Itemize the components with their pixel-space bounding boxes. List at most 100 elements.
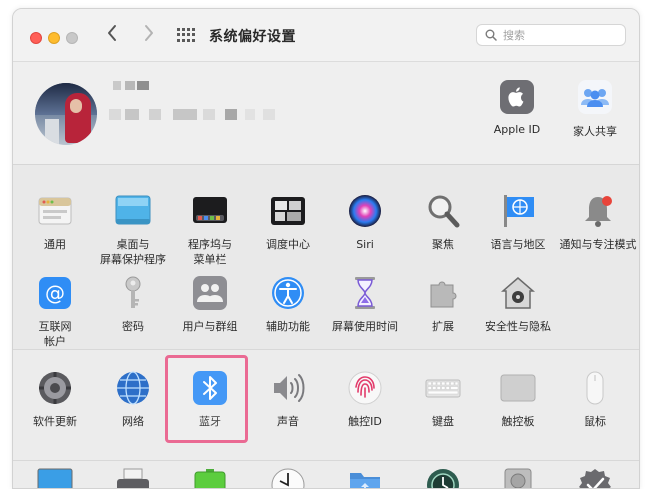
general-icon — [37, 193, 73, 229]
apple-icon — [500, 80, 534, 114]
pane-accessibility[interactable]: 辅助功能 — [249, 275, 327, 334]
pane-spotlight[interactable]: 聚焦 — [404, 193, 482, 252]
language-region-icon — [500, 193, 536, 229]
title-bar: 系统偏好设置 — [13, 9, 639, 62]
software-update-icon — [37, 370, 73, 406]
pane-dock-menubar[interactable]: 程序坞与 菜单栏 — [171, 193, 249, 267]
mission-control-icon — [270, 193, 306, 229]
search-input[interactable] — [503, 27, 618, 43]
pane-label: 软件更新 — [33, 415, 77, 428]
chevron-right-icon — [145, 25, 153, 41]
minimize-button[interactable] — [48, 32, 60, 44]
pane-software-update[interactable]: 软件更新 — [16, 370, 94, 429]
touch-id-icon — [347, 370, 383, 406]
pane-label: 触控板 — [501, 415, 535, 428]
pane-time-machine[interactable] — [404, 467, 482, 488]
pane-label: 调度中心 — [266, 238, 310, 251]
pane-label: 鼠标 — [584, 415, 606, 428]
pane-security-privacy[interactable]: 安全性与隐私 — [479, 275, 557, 334]
pane-label: 辅助功能 — [266, 320, 310, 333]
startup-disk-icon — [500, 467, 536, 488]
account-section: Apple ID 家人共享 — [13, 62, 639, 165]
pane-label: 聚焦 — [432, 238, 454, 251]
notifications-focus-icon — [580, 193, 616, 229]
pane-screen-time[interactable]: 屏幕使用时间 — [326, 275, 404, 334]
pane-label: 安全性与隐私 — [485, 320, 551, 333]
svg-text:@: @ — [45, 281, 65, 305]
apple-id-pane[interactable]: Apple ID — [481, 80, 553, 136]
pane-label: 键盘 — [432, 415, 454, 428]
keyboard-icon — [425, 370, 461, 406]
zoom-button[interactable] — [66, 32, 78, 44]
pane-mouse[interactable]: 鼠标 — [556, 370, 634, 429]
pane-users-groups[interactable]: 用户与群组 — [171, 275, 249, 334]
pane-internet-accounts[interactable]: @ 互联网 帐户 — [16, 275, 94, 349]
pane-touch-id[interactable]: 触控ID — [326, 370, 404, 429]
pane-language-region[interactable]: 语言与地区 — [479, 193, 557, 252]
spotlight-icon — [425, 193, 461, 229]
forward-button[interactable] — [139, 24, 159, 46]
pane-label: 触控ID — [348, 415, 382, 428]
pane-label: 通知与专注模式 — [559, 238, 637, 251]
pane-trackpad[interactable]: 触控板 — [479, 370, 557, 429]
pane-label: 用户与群组 — [182, 320, 238, 333]
show-all-grid-button[interactable] — [177, 28, 195, 42]
pane-label: 屏幕使用时间 — [332, 320, 398, 333]
network-icon — [115, 370, 151, 406]
pane-general[interactable]: 通用 — [16, 193, 94, 252]
pane-label: 互联网 帐户 — [38, 320, 72, 348]
passwords-icon — [115, 275, 151, 311]
pane-siri[interactable]: Siri — [326, 193, 404, 252]
pane-profiles[interactable] — [556, 467, 634, 488]
system-preferences-window: 系统偏好设置 App — [12, 8, 640, 489]
chevron-left-icon — [108, 25, 116, 41]
dock-menubar-icon — [192, 193, 228, 229]
pane-displays[interactable] — [16, 467, 94, 488]
pane-network[interactable]: 网络 — [94, 370, 172, 429]
displays-icon — [37, 467, 73, 488]
date-time-icon — [270, 467, 306, 488]
pane-notifications-focus[interactable]: 通知与专注模式 — [556, 193, 639, 252]
personal-preferences-section: 通用 桌面与 屏幕保护程序 程序坞与 菜单栏 调度中心 Siri 聚焦 语言与地… — [13, 165, 639, 350]
mouse-icon — [577, 370, 613, 406]
bluetooth-highlight-box — [165, 355, 248, 443]
accessibility-icon — [270, 275, 306, 311]
pane-startup-disk[interactable] — [479, 467, 557, 488]
pane-label: 程序坞与 菜单栏 — [188, 238, 232, 266]
back-button[interactable] — [102, 24, 122, 46]
pane-label: Siri — [356, 238, 374, 251]
pane-label: 扩展 — [432, 320, 454, 333]
pane-passwords[interactable]: 密码 — [94, 275, 172, 334]
pane-label: 网络 — [122, 415, 144, 428]
trackpad-icon — [500, 370, 536, 406]
security-privacy-icon — [500, 275, 536, 311]
pane-label: 通用 — [44, 238, 66, 251]
time-machine-icon — [425, 467, 461, 488]
pane-printers-scanners[interactable] — [94, 467, 172, 488]
pane-desktop-screensaver[interactable]: 桌面与 屏幕保护程序 — [94, 193, 172, 267]
pane-sharing[interactable] — [326, 467, 404, 488]
users-groups-icon — [192, 275, 228, 311]
window-title: 系统偏好设置 — [209, 29, 296, 45]
sound-icon — [270, 370, 306, 406]
close-button[interactable] — [30, 32, 42, 44]
pane-date-time[interactable] — [249, 467, 327, 488]
internet-accounts-icon: @ — [37, 275, 73, 311]
pane-label: 声音 — [277, 415, 299, 428]
pane-sound[interactable]: 声音 — [249, 370, 327, 429]
profiles-icon — [577, 467, 613, 488]
pane-keyboard[interactable]: 键盘 — [404, 370, 482, 429]
battery-icon — [192, 467, 228, 488]
pane-mission-control[interactable]: 调度中心 — [249, 193, 327, 252]
pane-label: 桌面与 屏幕保护程序 — [100, 238, 166, 266]
siri-icon — [347, 193, 383, 229]
search-icon — [485, 29, 497, 41]
pane-label: 语言与地区 — [490, 238, 546, 251]
sharing-icon — [347, 467, 383, 488]
search-field[interactable] — [476, 24, 626, 46]
family-sharing-pane[interactable]: 家人共享 — [559, 80, 631, 139]
avatar[interactable] — [35, 83, 97, 145]
pane-extensions[interactable]: 扩展 — [404, 275, 482, 334]
pane-battery[interactable] — [171, 467, 249, 488]
family-sharing-icon — [578, 80, 612, 114]
